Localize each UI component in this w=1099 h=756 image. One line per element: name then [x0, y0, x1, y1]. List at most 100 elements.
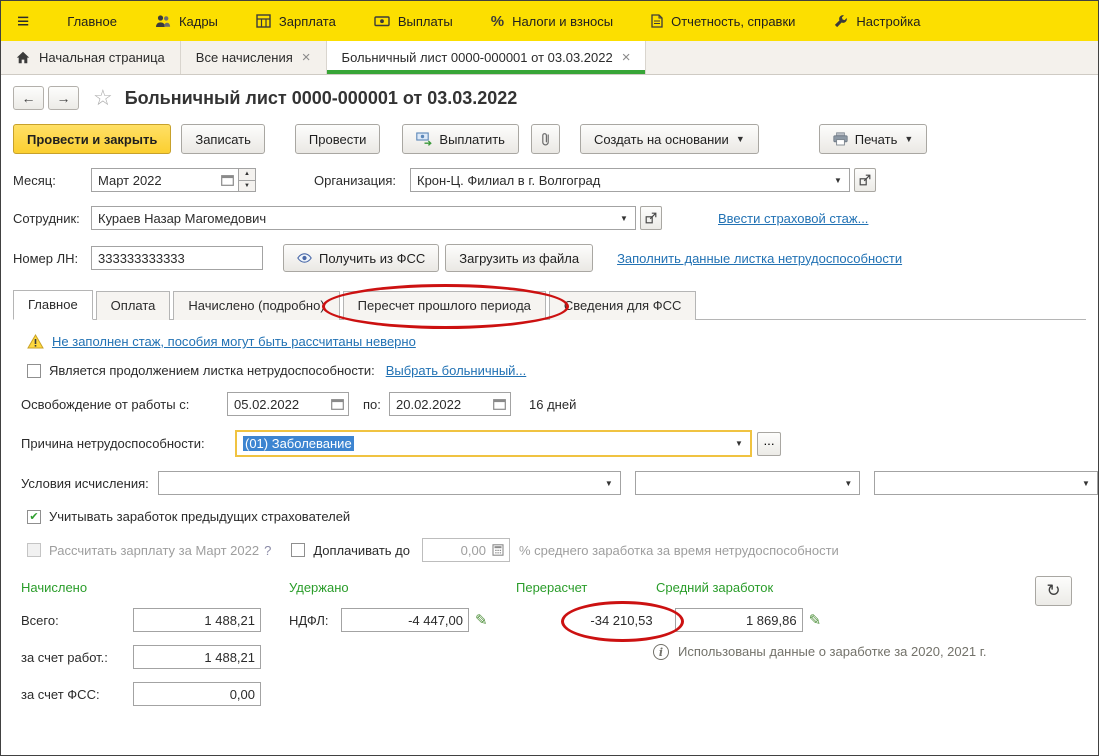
write-button[interactable]: Записать — [181, 124, 265, 154]
post-button[interactable]: Провести — [294, 124, 381, 154]
menu-item-label: Выплаты — [397, 13, 453, 29]
paperclip-icon — [541, 131, 550, 147]
reason-field[interactable]: (01) Заболевание — [235, 430, 752, 457]
total-label: Всего: — [21, 612, 59, 628]
back-button[interactable] — [13, 86, 44, 110]
hamburger-menu-icon[interactable] — [17, 11, 29, 32]
dropdown-arrow-icon[interactable] — [615, 207, 633, 229]
edit-average-icon[interactable] — [809, 613, 822, 628]
month-field[interactable]: Март 2022 — [91, 168, 239, 192]
warning-link[interactable]: Не заполнен стаж, пособия могут быть рас… — [52, 334, 416, 349]
dropdown-arrow-icon[interactable] — [1077, 472, 1095, 494]
total-field[interactable]: 1 488,21 — [133, 608, 261, 632]
employer-label: за счет работ.: — [21, 649, 108, 665]
spin-up-icon[interactable] — [239, 169, 255, 181]
sick-number-value: 333333333333 — [98, 250, 185, 266]
tab-all-accruals[interactable]: Все начисления — [181, 41, 327, 74]
close-icon[interactable] — [622, 50, 631, 65]
fill-sick-leave-data-link[interactable]: Заполнить данные листка нетрудоспособнос… — [617, 251, 902, 266]
info-icon — [653, 644, 669, 660]
conditions-field-2[interactable] — [634, 471, 861, 495]
month-value: Март 2022 — [98, 172, 162, 188]
tab-oplata[interactable]: Оплата — [95, 291, 171, 320]
tab-nachisleno-podrobno[interactable]: Начислено (подробно) — [173, 291, 340, 320]
totals-row-total: Всего: 1 488,21 НДФЛ: -4 447,00 -34 210,… — [21, 608, 1098, 632]
organization-field[interactable]: Крон-Ц. Филиал в г. Волгоград — [410, 168, 850, 192]
withheld-header: Удержано — [289, 580, 349, 595]
tab-glavnoe[interactable]: Главное — [13, 290, 93, 320]
prev-earnings-checkbox[interactable] — [27, 509, 41, 524]
calculator-icon[interactable] — [489, 544, 507, 556]
period-to-label: по: — [363, 396, 381, 412]
menu-item-zarplata[interactable]: Зарплата — [256, 14, 336, 29]
favorite-star-icon[interactable] — [93, 87, 113, 109]
close-icon[interactable] — [302, 50, 311, 65]
totals-section: Начислено Удержано Перерасчет Средний за… — [1, 576, 1098, 706]
totals-header-row: Начислено Удержано Перерасчет Средний за… — [21, 576, 1098, 606]
period-from-field[interactable]: 05.02.2022 — [227, 392, 349, 416]
organization-label: Организация: — [314, 172, 397, 188]
payout-icon — [416, 132, 433, 146]
choose-sick-leave-link[interactable]: Выбрать больничный... — [386, 363, 527, 378]
calc-salary-label: Рассчитать зарплату за Март 2022 — [49, 542, 260, 558]
pay-button[interactable]: Выплатить — [402, 124, 519, 154]
reason-more-button[interactable] — [757, 431, 781, 456]
prev-earnings-label: Учитывать заработок предыдущих страховат… — [49, 509, 351, 524]
help-icon[interactable]: ? — [264, 543, 271, 558]
dropdown-arrow-icon[interactable] — [839, 472, 857, 494]
dropdown-arrow-icon[interactable] — [730, 432, 748, 455]
organization-open-button[interactable] — [854, 168, 876, 192]
post-and-close-button[interactable]: Провести и закрыть — [13, 124, 172, 154]
period-to-field[interactable]: 20.02.2022 — [389, 392, 511, 416]
fss-label: за счет ФСС: — [21, 686, 100, 702]
fss-field[interactable]: 0,00 — [133, 682, 261, 706]
calendar-icon[interactable] — [218, 174, 236, 186]
pay-up-to-checkbox[interactable] — [291, 543, 306, 557]
spin-down-icon[interactable] — [239, 180, 255, 191]
edit-ndfl-icon[interactable] — [475, 613, 488, 628]
home-icon — [16, 51, 30, 64]
ndfl-field[interactable]: -4 447,00 — [341, 608, 469, 632]
enter-insurance-record-link[interactable]: Ввести страховой стаж... — [718, 211, 868, 226]
sick-number-field[interactable]: 333333333333 — [91, 246, 263, 270]
tab-svedeniya-fss[interactable]: Сведения для ФСС — [548, 291, 697, 320]
create-on-basis-button[interactable]: Создать на основании — [579, 124, 759, 154]
menu-item-label: Кадры — [178, 13, 218, 29]
forward-button[interactable] — [48, 86, 79, 110]
recalc-header: Перерасчет — [516, 580, 588, 595]
average-field[interactable]: 1 869,86 — [674, 608, 803, 632]
pay-up-to-field: 0,00 — [421, 538, 510, 562]
conditions-field-3[interactable] — [874, 471, 1098, 495]
employer-field[interactable]: 1 488,21 — [133, 645, 261, 669]
employee-open-button[interactable] — [640, 206, 662, 230]
menu-item-label: Зарплата — [278, 13, 336, 29]
tab-recalc-period[interactable]: Пересчет прошлого периода — [342, 291, 546, 320]
print-button[interactable]: Печать — [818, 124, 928, 154]
menu-item-vyplaty[interactable]: Выплаты — [374, 14, 453, 29]
calendar-icon[interactable] — [328, 398, 346, 410]
menu-item-nastroyka[interactable]: Настройка — [833, 14, 920, 29]
employee-label: Сотрудник: — [13, 210, 80, 226]
page-tab-strip: Главное Оплата Начислено (подробно) Пере… — [13, 290, 1086, 320]
conditions-field-1[interactable] — [158, 471, 621, 495]
employee-field[interactable]: Кураев Назар Магомедович — [91, 206, 636, 230]
dropdown-arrow-icon[interactable] — [829, 169, 847, 191]
month-spinner[interactable] — [239, 168, 256, 192]
tab-sick-leave-doc[interactable]: Больничный лист 0000-000001 от 03.03.202… — [326, 41, 647, 74]
menu-item-main[interactable]: Главное — [67, 14, 117, 29]
chevron-down-icon — [736, 134, 745, 144]
refresh-button[interactable] — [1035, 576, 1072, 606]
calendar-icon[interactable] — [490, 398, 508, 410]
menu-item-kadry[interactable]: Кадры — [155, 14, 218, 29]
continuation-checkbox[interactable] — [27, 363, 41, 378]
tab-home[interactable]: Начальная страница — [1, 41, 181, 74]
menu-item-nalogi[interactable]: Налоги и взносы — [491, 13, 613, 30]
get-from-fss-button[interactable]: Получить из ФСС — [283, 244, 440, 272]
month-label: Месяц: — [13, 172, 56, 188]
printer-icon — [833, 132, 848, 146]
load-from-file-button[interactable]: Загрузить из файла — [445, 244, 594, 272]
attachments-button[interactable] — [530, 124, 560, 154]
employee-value: Кураев Назар Магомедович — [98, 210, 267, 226]
dropdown-arrow-icon[interactable] — [600, 472, 618, 494]
menu-item-otchetnost[interactable]: Отчетность, справки — [651, 14, 795, 29]
